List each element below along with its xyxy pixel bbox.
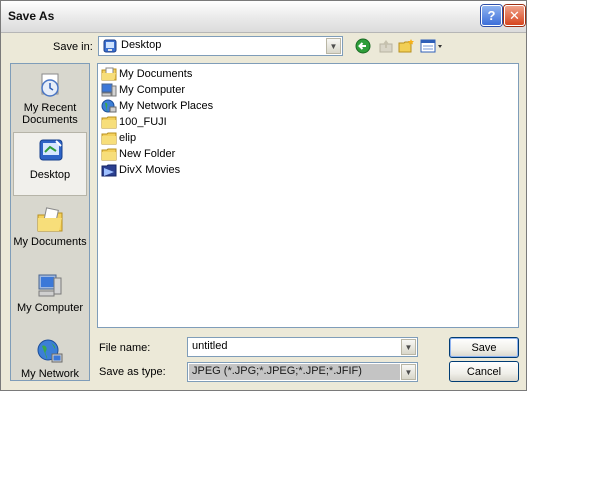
file-name: My Computer — [119, 84, 186, 96]
views-icon — [420, 39, 442, 53]
help-button[interactable]: ? — [481, 5, 502, 26]
chevron-down-icon: ▼ — [404, 342, 413, 352]
computer-icon — [101, 83, 117, 97]
back-arrow-icon — [355, 38, 371, 54]
network-icon — [101, 99, 117, 113]
recent-documents-icon — [41, 73, 59, 97]
chevron-down-icon: ▼ — [404, 367, 413, 377]
new-folder-icon — [398, 39, 414, 53]
save-button[interactable]: Save — [449, 337, 519, 358]
save-as-type-label: Save as type: — [99, 366, 166, 378]
list-item[interactable]: 100_FUJI — [101, 114, 167, 130]
places-item-recent-documents[interactable]: My Recent Documents — [12, 68, 88, 132]
title-bar[interactable]: Save As ? ✕ — [1, 1, 526, 33]
file-name-input[interactable]: untitled ▼ — [187, 337, 418, 357]
file-name: 100_FUJI — [119, 116, 167, 128]
file-name-label-text: File name: — [99, 342, 151, 354]
file-name: DivX Movies — [119, 164, 181, 176]
folder-icon — [101, 116, 117, 129]
views-menu-button[interactable] — [420, 38, 446, 54]
save-in-dropdown-arrow[interactable]: ▼ — [326, 38, 341, 54]
save-in-label: Save in: — [53, 41, 93, 53]
save-in-dropdown[interactable]: Desktop ▼ — [98, 36, 343, 56]
cancel-button[interactable]: Cancel — [449, 361, 519, 382]
list-item[interactable]: My Documents — [101, 66, 192, 82]
up-one-level-button[interactable] — [377, 38, 395, 54]
file-list[interactable]: My Documents My Computer My Network Plac… — [97, 63, 519, 328]
places-item-my-computer[interactable]: My Computer — [12, 268, 88, 332]
question-mark-icon: ? — [487, 8, 496, 23]
file-name-label: File name: — [99, 342, 150, 354]
places-item-label: Desktop — [29, 169, 71, 181]
save-as-type-value: JPEG (*.JPG;*.JPEG;*.JPE;*.JFIF) — [192, 365, 362, 377]
list-item[interactable]: New Folder — [101, 146, 175, 162]
save-as-type-dropdown-arrow[interactable]: ▼ — [401, 364, 416, 380]
file-name-value: untitled — [192, 340, 228, 352]
folder-icon — [101, 132, 117, 145]
file-name: My Network Places — [119, 100, 214, 112]
list-item[interactable]: DivX Movies — [101, 162, 180, 178]
network-globe-icon — [37, 339, 63, 363]
places-item-label: My Computer — [16, 302, 84, 314]
save-as-type-dropdown[interactable]: JPEG (*.JPG;*.JPEG;*.JPE;*.JFIF) ▼ — [187, 362, 418, 382]
folder-icon — [101, 148, 117, 161]
my-documents-icon — [37, 207, 63, 232]
desktop-icon — [103, 39, 117, 53]
close-button[interactable]: ✕ — [504, 5, 525, 26]
places-item-label: My Recent — [23, 102, 77, 114]
back-button[interactable] — [354, 38, 372, 54]
places-item-desktop[interactable]: Desktop — [13, 132, 87, 196]
file-name: elip — [119, 132, 137, 144]
places-item-label: My Documents — [13, 236, 87, 248]
places-bar: My Recent Documents Desktop My Documents… — [10, 63, 90, 381]
chevron-down-icon: ▼ — [329, 41, 338, 51]
save-in-value: Desktop — [121, 39, 162, 51]
list-item[interactable]: My Computer — [101, 82, 185, 98]
close-icon: ✕ — [509, 7, 520, 23]
places-item-my-documents[interactable]: My Documents — [12, 202, 88, 266]
places-item-label: Documents — [22, 114, 78, 126]
list-item[interactable]: elip — [101, 130, 136, 146]
file-name-dropdown-arrow[interactable]: ▼ — [401, 339, 416, 355]
create-new-folder-button[interactable] — [398, 38, 416, 54]
divx-folder-icon — [101, 164, 117, 177]
places-item-my-network[interactable]: My Network — [12, 334, 88, 398]
my-documents-icon — [101, 67, 117, 81]
window-title: Save As — [8, 9, 55, 23]
desktop-icon — [39, 139, 63, 161]
file-name: My Documents — [119, 68, 193, 80]
up-folder-icon — [379, 40, 393, 53]
computer-icon — [38, 274, 62, 297]
file-name: New Folder — [119, 148, 176, 160]
list-item[interactable]: My Network Places — [101, 98, 213, 114]
save-as-dialog: Save As ? ✕ Save in: Desktop ▼ My Recent… — [0, 0, 527, 391]
places-item-label: My Network — [20, 368, 80, 380]
